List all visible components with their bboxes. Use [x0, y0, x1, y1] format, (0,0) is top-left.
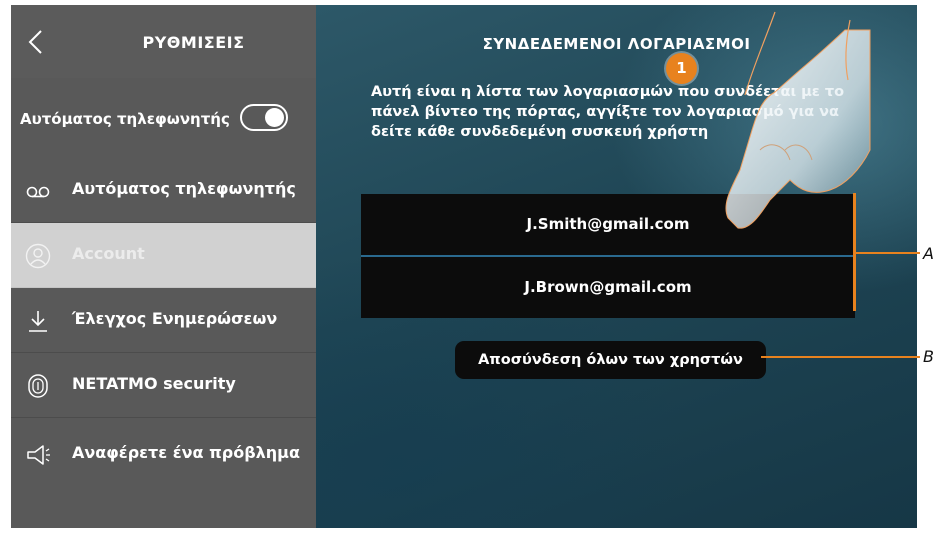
sidebar-item-update-check[interactable]: Έλεγχος Ενημερώσεων — [11, 288, 316, 353]
page-title: ΣΥΝΔΕΔΕΜΕΝΟΙ ΛΟΓΑΡΙΑΣΜΟΙ — [482, 35, 751, 53]
account-row-brown[interactable]: J.Brown@gmail.com — [361, 257, 855, 318]
toggle-knob — [265, 108, 284, 127]
answering-machine-toggle-row: Αυτόματος τηλεφωνητής — [11, 78, 316, 159]
page-description: Αυτή είναι η λίστα των λογαριασμών που σ… — [371, 84, 845, 140]
linked-accounts-panel: ΣΥΝΔΕΔΕΜΕΝΟΙ ΛΟΓΑΡΙΑΣΜΟΙ Αυτή είναι η λί… — [316, 5, 917, 528]
callout-a-label: A — [923, 244, 934, 263]
callout-b-label: B — [923, 347, 934, 366]
voicemail-icon — [26, 186, 50, 198]
account-list: J.Smith@gmail.com J.Brown@gmail.com — [361, 194, 855, 318]
step-1-badge: 1 — [666, 53, 697, 84]
toggle-label: Αυτόματος τηλεφωνητής — [20, 110, 230, 128]
sidebar-item-label: Αυτόματος τηλεφωνητής — [72, 179, 296, 198]
sidebar-item-label: Αναφέρετε ένα πρόβλημα — [72, 443, 300, 462]
callout-b-line — [761, 356, 920, 358]
callout-a-line — [856, 252, 920, 254]
sidebar-item-label: NETATMO security — [72, 374, 236, 393]
download-icon — [29, 311, 47, 332]
sidebar-item-account[interactable]: Account — [11, 223, 316, 288]
megaphone-icon — [27, 445, 50, 465]
user-icon — [25, 243, 51, 269]
sidebar-item-label: Account — [72, 244, 145, 263]
sidebar-header: ΡΥΘΜΙΣΕΙΣ — [11, 5, 316, 78]
sidebar-item-report-problem[interactable]: Αναφέρετε ένα πρόβλημα — [11, 418, 316, 528]
back-arrow-icon[interactable] — [23, 27, 51, 57]
settings-sidebar: ΡΥΘΜΙΣΕΙΣ Αυτόματος τηλεφωνητής Αυτόματο… — [11, 5, 316, 528]
sidebar-item-label: Έλεγχος Ενημερώσεων — [72, 309, 278, 328]
sidebar-item-netatmo-security[interactable]: NETATMO security — [11, 353, 316, 418]
sidebar-item-answering-machine[interactable]: Αυτόματος τηλεφωνητής — [11, 158, 316, 223]
device-screen: ΡΥΘΜΙΣΕΙΣ Αυτόματος τηλεφωνητής Αυτόματο… — [11, 5, 917, 528]
account-row-smith[interactable]: J.Smith@gmail.com — [361, 194, 855, 255]
answering-machine-toggle[interactable] — [240, 104, 288, 131]
disconnect-all-button[interactable]: Αποσύνδεση όλων των χρηστών — [455, 341, 766, 379]
sidebar-title: ΡΥΘΜΙΣΕΙΣ — [142, 33, 245, 52]
fingerprint-icon — [28, 374, 48, 398]
